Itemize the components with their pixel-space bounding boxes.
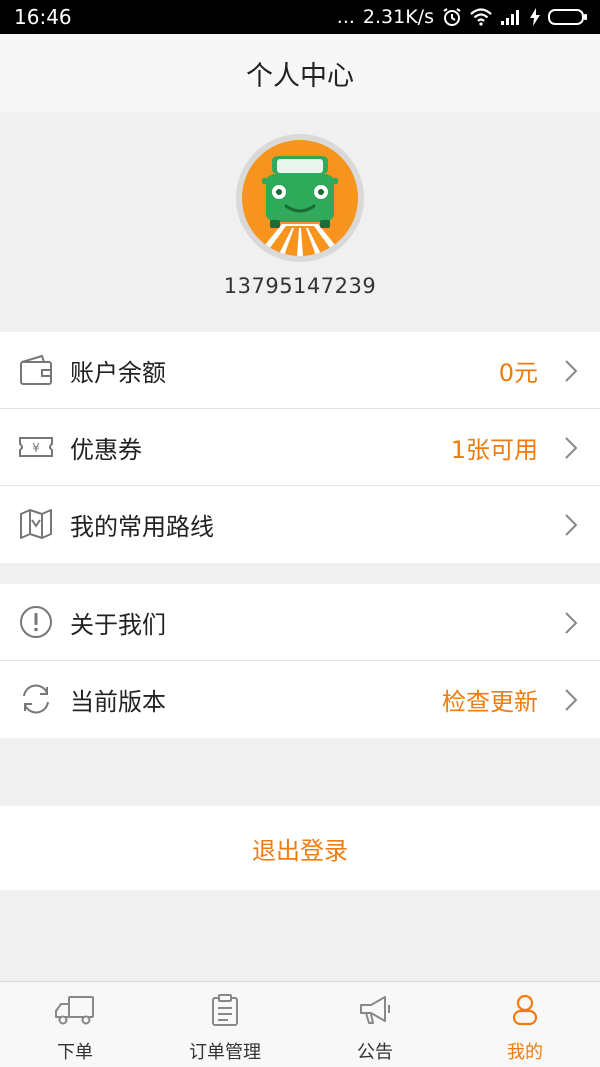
map-icon (18, 506, 56, 544)
tab-mine[interactable]: 我的 (450, 982, 600, 1067)
network-speed: 2.31K/s (362, 6, 434, 28)
chevron-right-icon (565, 360, 578, 382)
alarm-icon (442, 7, 462, 27)
chevron-right-icon (565, 612, 578, 634)
app-menu: 关于我们 当前版本 检查更新 (0, 584, 600, 738)
page-title-bar: 个人中心 (0, 34, 600, 112)
menu-row-about[interactable]: 关于我们 (0, 584, 600, 661)
logout-button[interactable]: 退出登录 (0, 806, 600, 890)
clipboard-icon (203, 992, 247, 1028)
signal-icon (500, 8, 522, 26)
car-avatar-icon (242, 140, 358, 256)
menu-row-balance[interactable]: 账户余额 0元 (0, 332, 600, 409)
balance-value: 0元 (498, 358, 538, 387)
version-label: 当前版本 (70, 688, 166, 716)
menu-row-version[interactable]: 当前版本 检查更新 (0, 661, 600, 738)
tab-notice-label: 公告 (357, 1042, 393, 1063)
menu-row-coupon[interactable]: ¥ 优惠券 1张可用 (0, 409, 600, 486)
tab-orders-manage-label: 订单管理 (189, 1042, 261, 1063)
megaphone-icon (353, 992, 397, 1028)
profile-section: 13795147239 (0, 112, 600, 332)
wifi-icon (470, 8, 492, 26)
tab-order-label: 下单 (57, 1042, 93, 1063)
menu-row-routes[interactable]: 我的常用路线 (0, 486, 600, 563)
coupon-icon: ¥ (18, 429, 56, 467)
truck-icon (53, 992, 97, 1028)
charging-icon (530, 8, 540, 26)
chevron-right-icon (565, 514, 578, 536)
status-bar: 16:46 ... 2.31K/s (0, 0, 600, 34)
routes-label: 我的常用路线 (70, 513, 214, 541)
tab-notice[interactable]: 公告 (300, 982, 450, 1067)
chevron-right-icon (565, 437, 578, 459)
user-icon (503, 992, 547, 1028)
bottom-tab-bar: 下单 订单管理 公告 我的 (0, 981, 600, 1067)
coupon-value: 1张可用 (450, 435, 538, 464)
svg-text:¥: ¥ (32, 441, 40, 455)
about-label: 关于我们 (70, 610, 166, 639)
info-icon (18, 604, 56, 642)
check-update-link[interactable]: 检查更新 (442, 682, 538, 717)
tab-mine-label: 我的 (507, 1042, 543, 1063)
status-time: 16:46 (14, 5, 72, 29)
avatar[interactable] (236, 134, 364, 262)
page-title: 个人中心 (246, 60, 354, 92)
status-dots: ... (336, 6, 355, 28)
tab-orders-manage[interactable]: 订单管理 (150, 982, 300, 1067)
battery-icon (548, 8, 588, 26)
coupon-label: 优惠券 (70, 435, 142, 464)
wallet-icon (18, 352, 56, 390)
balance-label: 账户余额 (70, 358, 166, 387)
refresh-icon (18, 681, 56, 719)
user-phone: 13795147239 (223, 274, 377, 298)
account-menu: 账户余额 0元 ¥ 优惠券 1张可用 我的常用路线 (0, 332, 600, 563)
status-indicators: ... 2.31K/s (337, 6, 588, 28)
chevron-right-icon (565, 689, 578, 711)
tab-order[interactable]: 下单 (0, 982, 150, 1067)
logout-label: 退出登录 (252, 836, 348, 865)
